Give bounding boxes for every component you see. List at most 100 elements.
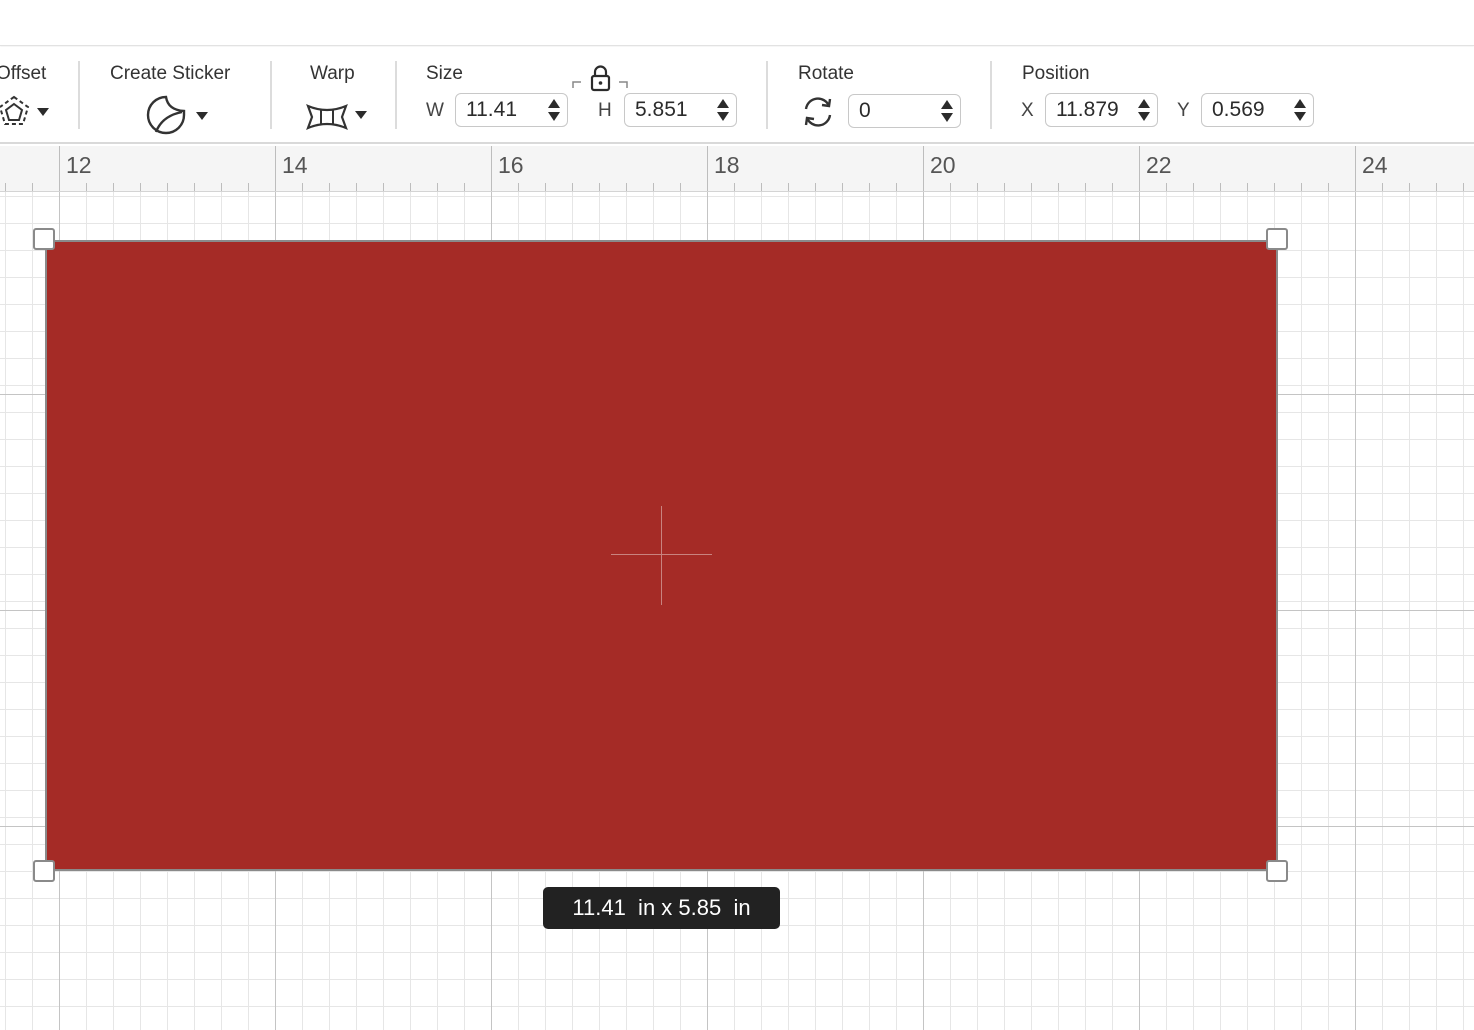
ruler-minor-tick — [1085, 183, 1086, 191]
ruler-major-tick — [275, 146, 276, 191]
offset-icon — [0, 95, 30, 125]
toolbar-divider — [395, 61, 397, 129]
rotate-label: Rotate — [798, 63, 854, 84]
ruler-minor-tick — [1031, 183, 1032, 191]
offset-label: Offset — [0, 63, 47, 84]
lock-aspect-button[interactable] — [571, 64, 629, 92]
ruler-minor-tick — [329, 183, 330, 191]
ruler-minor-tick — [437, 183, 438, 191]
ruler-minor-tick — [734, 183, 735, 191]
toolbar-divider — [78, 61, 80, 129]
ruler-minor-tick — [1220, 183, 1221, 191]
ruler-minor-tick — [32, 183, 33, 191]
resize-handle-bottom-left[interactable] — [33, 860, 55, 882]
ruler-minor-tick — [167, 183, 168, 191]
offset-button[interactable] — [0, 94, 54, 130]
y-prefix: Y — [1177, 100, 1190, 121]
ruler-minor-tick — [86, 183, 87, 191]
warp-button[interactable] — [306, 102, 370, 132]
warp-icon — [306, 104, 348, 130]
ruler-minor-tick — [788, 183, 789, 191]
rotate-input[interactable] — [849, 95, 932, 127]
ruler-major-tick — [491, 146, 492, 191]
position-y-field[interactable] — [1201, 93, 1314, 127]
position-x-input[interactable] — [1046, 94, 1129, 126]
height-prefix: H — [598, 100, 612, 121]
ruler-minor-tick — [1382, 183, 1383, 191]
sticker-caret-icon — [196, 112, 208, 120]
width-stepper[interactable] — [541, 94, 567, 126]
ruler-minor-tick — [1274, 183, 1275, 191]
ruler-label: 20 — [930, 152, 956, 178]
toolbar-divider — [766, 61, 768, 129]
ruler-minor-tick — [221, 183, 222, 191]
ruler-minor-tick — [1463, 183, 1464, 191]
ruler-label: 24 — [1362, 152, 1388, 178]
rotate-stepper[interactable] — [934, 95, 960, 127]
warp-label: Warp — [310, 63, 355, 84]
ruler-label: 12 — [66, 152, 92, 178]
x-prefix: X — [1021, 100, 1034, 121]
ruler-minor-tick — [1058, 183, 1059, 191]
height-field[interactable] — [624, 93, 737, 127]
ruler-minor-tick — [1004, 183, 1005, 191]
height-stepper[interactable] — [710, 94, 736, 126]
rotate-icon-button[interactable] — [800, 94, 836, 130]
ruler-minor-tick — [1166, 183, 1167, 191]
size-tooltip: 11.41 in x 5.85 in — [543, 887, 780, 929]
create-sticker-button[interactable] — [144, 94, 214, 136]
ruler-minor-tick — [815, 183, 816, 191]
position-y-stepper[interactable] — [1287, 94, 1313, 126]
position-y-input[interactable] — [1202, 94, 1285, 126]
ruler-minor-tick — [113, 183, 114, 191]
toolbar-divider — [270, 61, 272, 129]
ruler-label: 22 — [1146, 152, 1172, 178]
ruler-minor-tick — [545, 183, 546, 191]
edit-toolbar: Offset Create Sticker Warp Size W 11.41 … — [0, 47, 1474, 144]
ruler-minor-tick — [1247, 183, 1248, 191]
ruler-minor-tick — [977, 183, 978, 191]
position-x-field[interactable] — [1045, 93, 1158, 127]
rotate-field[interactable] — [848, 94, 961, 128]
lock-icon — [572, 65, 628, 92]
ruler-minor-tick — [518, 183, 519, 191]
create-sticker-label: Create Sticker — [110, 63, 231, 84]
ruler-minor-tick — [302, 183, 303, 191]
horizontal-ruler: 12 14 16 18 20 22 24 — [0, 146, 1474, 192]
ruler-minor-tick — [1409, 183, 1410, 191]
height-input[interactable] — [625, 94, 708, 126]
position-label: Position — [1022, 63, 1090, 84]
ruler-minor-tick — [761, 183, 762, 191]
ruler-major-tick — [1139, 146, 1140, 191]
ruler-minor-tick — [1112, 183, 1113, 191]
ruler-minor-tick — [572, 183, 573, 191]
ruler-label: 14 — [282, 152, 308, 178]
width-input[interactable] — [456, 94, 539, 126]
ruler-major-tick — [707, 146, 708, 191]
ruler-minor-tick — [599, 183, 600, 191]
ruler-minor-tick — [680, 183, 681, 191]
ruler-minor-tick — [1193, 183, 1194, 191]
ruler-minor-tick — [869, 183, 870, 191]
resize-handle-bottom-right[interactable] — [1266, 860, 1288, 882]
ruler-minor-tick — [1328, 183, 1329, 191]
ruler-minor-tick — [140, 183, 141, 191]
resize-handle-top-left[interactable] — [33, 228, 55, 250]
width-field[interactable] — [455, 93, 568, 127]
ruler-minor-tick — [626, 183, 627, 191]
ruler-minor-tick — [653, 183, 654, 191]
ruler-minor-tick — [1301, 183, 1302, 191]
ruler-minor-tick — [950, 183, 951, 191]
resize-handle-top-right[interactable] — [1266, 228, 1288, 250]
ruler-minor-tick — [383, 183, 384, 191]
offset-caret-icon — [37, 108, 49, 116]
center-crosshair — [661, 506, 662, 605]
width-prefix: W — [426, 100, 444, 121]
position-x-stepper[interactable] — [1131, 94, 1157, 126]
ruler-label: 18 — [714, 152, 740, 178]
ruler-minor-tick — [248, 183, 249, 191]
ruler-minor-tick — [464, 183, 465, 191]
top-bar — [0, 0, 1474, 46]
toolbar-divider — [990, 61, 992, 129]
ruler-major-tick — [59, 146, 60, 191]
